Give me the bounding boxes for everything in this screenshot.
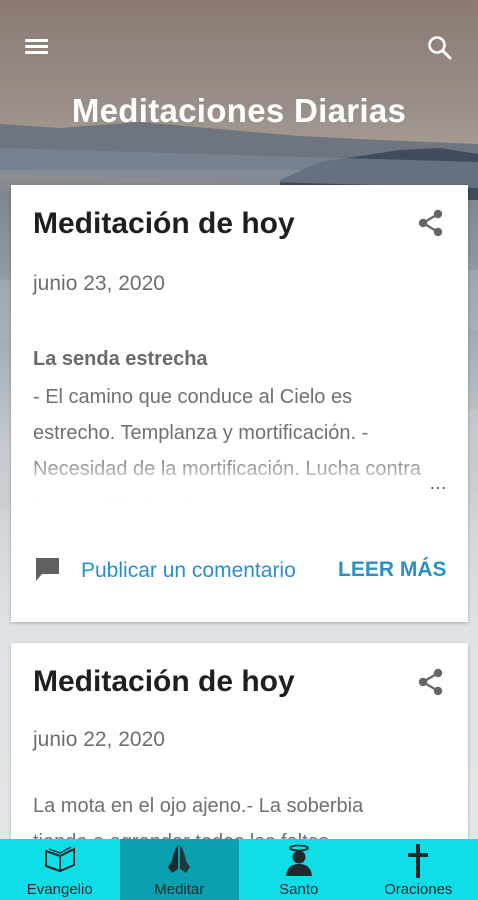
nav-item-meditar[interactable]: Meditar bbox=[119, 839, 239, 900]
publish-comment-link[interactable]: Publicar un comentario bbox=[81, 559, 296, 583]
post-title[interactable]: Meditación de hoy bbox=[33, 665, 295, 699]
post-date: junio 22, 2020 bbox=[33, 728, 165, 751]
read-more-button[interactable]: LEER MÁS bbox=[338, 558, 447, 582]
nav-label: Oraciones bbox=[384, 881, 453, 898]
nav-item-evangelio[interactable]: Evangelio bbox=[0, 839, 120, 900]
book-icon bbox=[44, 846, 75, 873]
bottom-navigation: Evangelio Meditar Santo Oraciones bbox=[0, 839, 478, 900]
post-card[interactable]: Meditación de hoy junio 23, 2020 La send… bbox=[11, 185, 468, 622]
comment-icon[interactable] bbox=[33, 555, 63, 585]
nav-label: Santo bbox=[279, 881, 319, 898]
post-excerpt-heading: La senda estrecha bbox=[33, 348, 208, 370]
post-title[interactable]: Meditación de hoy bbox=[33, 207, 295, 241]
page-title: Meditaciones Diarias bbox=[71, 92, 407, 129]
share-icon[interactable] bbox=[413, 664, 449, 700]
saint-icon bbox=[285, 844, 312, 876]
post-date: junio 23, 2020 bbox=[33, 272, 165, 295]
menu-icon[interactable] bbox=[22, 34, 52, 60]
praying-hands-icon bbox=[168, 845, 191, 873]
nav-label: Meditar bbox=[154, 881, 205, 898]
cross-icon bbox=[408, 844, 429, 878]
excerpt-fade bbox=[11, 455, 468, 505]
excerpt-ellipsis: … bbox=[429, 473, 448, 493]
search-icon[interactable] bbox=[424, 32, 456, 64]
nav-item-santo[interactable]: Santo bbox=[239, 839, 359, 900]
share-icon[interactable] bbox=[413, 205, 449, 241]
nav-item-oraciones[interactable]: Oraciones bbox=[359, 839, 478, 900]
app-header: Meditaciones Diarias bbox=[0, 0, 478, 180]
nav-label: Evangelio bbox=[26, 881, 93, 898]
